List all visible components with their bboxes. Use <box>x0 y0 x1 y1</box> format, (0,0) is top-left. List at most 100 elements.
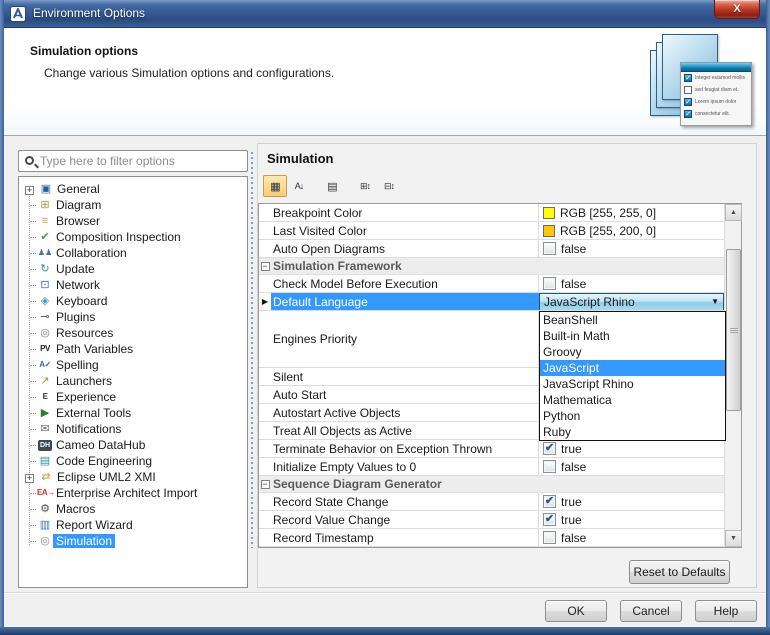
collapse-section-icon[interactable]: − <box>260 479 270 489</box>
collapse-all-button[interactable]: ⊟↕ <box>377 175 401 197</box>
property-row-terminate-behavior-on-exception-thrown[interactable]: Terminate Behavior on Exception Thrown ✔… <box>259 440 724 458</box>
splitter-handle[interactable] <box>251 152 253 548</box>
property-value[interactable]: RGB [255, 200, 0] <box>539 222 724 239</box>
cancel-button[interactable]: Cancel <box>620 600 682 622</box>
property-value[interactable]: ✔ true <box>539 511 724 528</box>
property-row-default-language[interactable]: ▶ Default Language JavaScript Rhino ▼ <box>259 293 724 311</box>
tree-connector <box>23 533 37 549</box>
dropdown-option-javascript-rhino[interactable]: JavaScript Rhino <box>540 376 725 392</box>
checkbox-unchecked[interactable] <box>543 277 556 290</box>
dropdown-option-ruby[interactable]: Ruby <box>540 424 725 440</box>
expand-icon[interactable]: + <box>25 186 34 195</box>
sidebar-item-collaboration[interactable]: ♟♟ Collaboration <box>23 245 247 261</box>
close-button[interactable]: X <box>714 0 760 19</box>
property-row-record-timestamp[interactable]: Record Timestamp false <box>259 529 724 547</box>
property-row-initialize-empty-values-to-0[interactable]: Initialize Empty Values to 0 false <box>259 458 724 476</box>
checkbox-unchecked[interactable] <box>543 242 556 255</box>
collapse-section-icon[interactable]: − <box>260 261 270 271</box>
property-grid: Breakpoint Color RGB [255, 255, 0] Last … <box>258 203 742 548</box>
boolean-value-text: false <box>561 241 587 256</box>
property-row-last-visited-color[interactable]: Last Visited Color RGB [255, 200, 0] <box>259 222 724 240</box>
options-tree[interactable]: + ▣ General ⊞ Diagram ≡ Browser ✔ Compos… <box>18 176 248 588</box>
sidebar-item-eclipse-uml2-xmi[interactable]: + ⇄ Eclipse UML2 XMI <box>23 469 247 485</box>
property-value[interactable]: RGB [255, 255, 0] <box>539 204 724 221</box>
boolean-value-text: true <box>561 441 582 456</box>
dropdown-option-built-in-math[interactable]: Built-in Math <box>540 328 725 344</box>
sidebar-item-resources[interactable]: ◎ Resources <box>23 325 247 341</box>
checkbox-checked[interactable]: ✔ <box>543 513 556 526</box>
dropdown-option-mathematica[interactable]: Mathematica <box>540 392 725 408</box>
sidebar-item-update[interactable]: ↻ Update <box>23 261 247 277</box>
sidebar-item-enterprise-architect-import[interactable]: EA→ Enterprise Architect Import <box>23 485 247 501</box>
property-row-record-value-change[interactable]: Record Value Change ✔ true <box>259 511 724 529</box>
sort-alphabetically-button[interactable]: A↓ <box>287 175 311 197</box>
categorized-view-button[interactable]: ▦ <box>263 175 287 197</box>
sidebar-item-experience[interactable]: E Experience <box>23 389 247 405</box>
property-row-check-model-before-execution[interactable]: Check Model Before Execution false <box>259 275 724 293</box>
ok-button[interactable]: OK <box>545 600 607 622</box>
dropdown-option-javascript[interactable]: JavaScript <box>540 360 725 376</box>
sidebar-item-external-tools[interactable]: ▶ External Tools <box>23 405 247 421</box>
sidebar-item-launchers[interactable]: ↗ Launchers <box>23 373 247 389</box>
scrollbar-thumb[interactable] <box>726 249 741 411</box>
filter-box[interactable] <box>18 150 248 172</box>
help-button[interactable]: Help <box>695 600 757 622</box>
checkbox-checked[interactable]: ✔ <box>543 495 556 508</box>
color-swatch[interactable] <box>543 206 555 219</box>
sidebar-item-macros[interactable]: ⚙ Macros <box>23 501 247 517</box>
checkbox-unchecked[interactable] <box>543 460 556 473</box>
spelling-icon: A✓ <box>39 360 51 369</box>
language-dropdown-list[interactable]: BeanShell Built-in Math Groovy JavaScript Ja… <box>539 311 726 441</box>
dropdown-option-beanshell[interactable]: BeanShell <box>540 312 725 328</box>
property-label: Auto Open Diagrams <box>271 240 539 257</box>
macros-icon: ⚙ <box>40 503 50 515</box>
property-value[interactable]: false <box>539 240 724 257</box>
property-value[interactable]: JavaScript Rhino ▼ <box>539 293 724 310</box>
browser-icon: ≡ <box>41 215 49 227</box>
property-value[interactable]: ✔ true <box>539 440 724 457</box>
plugins-icon: ⊸ <box>40 311 50 323</box>
reset-to-defaults-button[interactable]: Reset to Defaults <box>629 560 730 584</box>
sidebar-item-plugins[interactable]: ⊸ Plugins <box>23 309 247 325</box>
scroll-up-button[interactable]: ▲ <box>725 204 742 221</box>
property-value[interactable]: false <box>539 458 724 475</box>
sidebar-item-path-variables[interactable]: PV Path Variables <box>23 341 247 357</box>
sidebar-item-spelling[interactable]: A✓ Spelling <box>23 357 247 373</box>
general-icon: ▣ <box>40 183 52 195</box>
checkbox-unchecked[interactable] <box>543 531 556 544</box>
property-value[interactable]: ✔ true <box>539 493 724 510</box>
property-value[interactable]: false <box>539 529 724 546</box>
sidebar-item-network[interactable]: ⊡ Network <box>23 277 247 293</box>
sidebar-item-code-engineering[interactable]: ▤ Code Engineering <box>23 453 247 469</box>
checkbox-checked[interactable]: ✔ <box>543 442 556 455</box>
sidebar-item-browser[interactable]: ≡ Browser <box>23 213 247 229</box>
path-variables-icon: PV <box>40 344 50 353</box>
property-row-record-state-change[interactable]: Record State Change ✔ true <box>259 493 724 511</box>
expand-all-button[interactable]: ⊞↕ <box>353 175 377 197</box>
collapse-all-icon: ⊟↕ <box>383 180 395 191</box>
property-row-auto-open-diagrams[interactable]: Auto Open Diagrams false <box>259 240 724 258</box>
property-value[interactable]: false <box>539 275 724 292</box>
scroll-down-button[interactable]: ▼ <box>725 530 742 547</box>
sidebar-item-keyboard[interactable]: ◈ Keyboard <box>23 293 247 309</box>
dropdown-option-python[interactable]: Python <box>540 408 725 424</box>
sidebar-item-composition-inspection[interactable]: ✔ Composition Inspection <box>23 229 247 245</box>
dropdown-option-groovy[interactable]: Groovy <box>540 344 725 360</box>
sidebar-item-cameo-datahub[interactable]: DH Cameo DataHub <box>23 437 247 453</box>
property-row-breakpoint-color[interactable]: Breakpoint Color RGB [255, 255, 0] <box>259 204 724 222</box>
expand-icon[interactable]: + <box>25 474 34 483</box>
show-description-button[interactable]: ▤ <box>320 175 344 197</box>
dialog-header: Simulation options Change various Simula… <box>4 28 766 136</box>
sidebar-item-report-wizard[interactable]: ▥ Report Wizard <box>23 517 247 533</box>
filter-input[interactable] <box>40 154 243 168</box>
sidebar-item-general[interactable]: + ▣ General <box>23 181 247 197</box>
sidebar-item-simulation[interactable]: ◎ Simulation <box>23 533 247 549</box>
sidebar-item-notifications[interactable]: ✉ Notifications <box>23 421 247 437</box>
title-bar[interactable]: Environment Options X <box>0 0 770 28</box>
default-language-combobox[interactable]: JavaScript Rhino ▼ <box>539 293 724 310</box>
property-label: Last Visited Color <box>271 222 539 239</box>
color-swatch[interactable] <box>543 224 555 237</box>
vertical-scrollbar[interactable]: ▲ ▼ <box>724 204 742 547</box>
current-row-marker-icon: ▶ <box>261 297 269 306</box>
sidebar-item-diagram[interactable]: ⊞ Diagram <box>23 197 247 213</box>
